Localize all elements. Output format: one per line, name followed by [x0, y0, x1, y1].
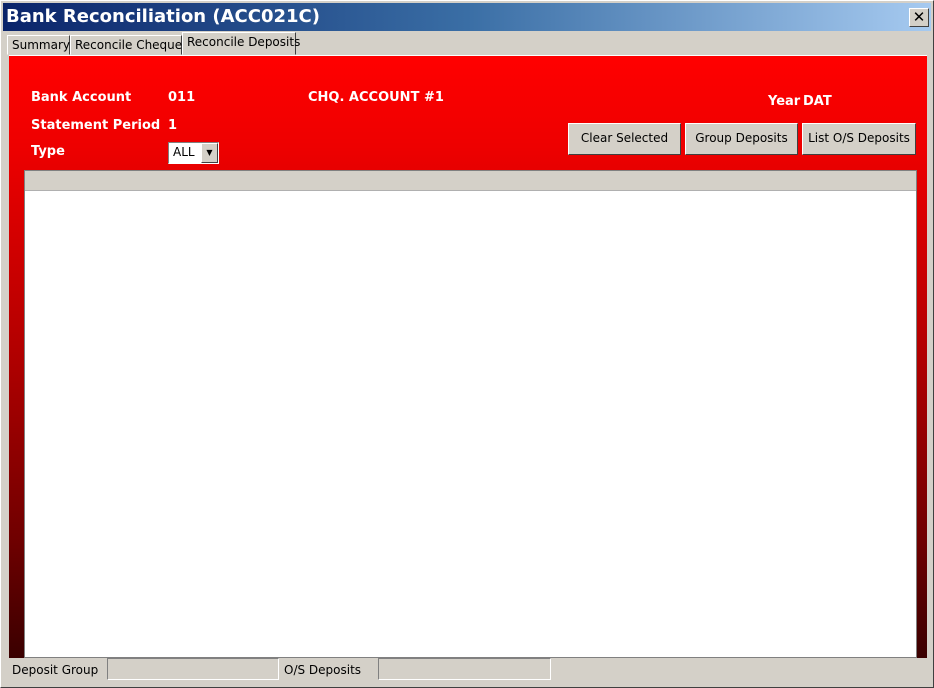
- deposit-group-field: [107, 658, 279, 680]
- chevron-down-icon: ▼: [206, 148, 213, 157]
- account-name: CHQ. ACCOUNT #1: [308, 90, 444, 105]
- bank-account-value: 011: [168, 90, 196, 105]
- list-os-deposits-button[interactable]: List O/S Deposits: [802, 123, 916, 155]
- tab-reconcile-cheques[interactable]: Reconcile Cheques: [70, 35, 188, 55]
- type-label: Type: [31, 144, 65, 159]
- os-deposits-field: [378, 658, 551, 680]
- deposit-group-label: Deposit Group: [12, 663, 99, 677]
- type-dropdown-button[interactable]: ▼: [201, 143, 218, 163]
- year-label: Year: [768, 94, 801, 109]
- os-deposits-label: O/S Deposits: [284, 663, 362, 677]
- type-select-value: ALL: [173, 145, 195, 159]
- application-window: Bank Reconciliation (ACC021C) ✕ Summary …: [0, 0, 934, 688]
- type-select[interactable]: ALL ▼: [168, 142, 219, 164]
- reconcile-deposits-panel: Bank Account 011 CHQ. ACCOUNT #1 Stateme…: [9, 55, 927, 658]
- statement-period-value: 1: [168, 118, 178, 133]
- window-title: Bank Reconciliation (ACC021C): [6, 6, 320, 27]
- deposits-grid[interactable]: [24, 170, 917, 658]
- grid-header: [25, 171, 916, 191]
- clear-selected-button[interactable]: Clear Selected: [568, 123, 681, 155]
- year-value: DAT: [803, 94, 832, 109]
- close-icon: ✕: [912, 8, 926, 26]
- status-bar: Deposit Group O/S Deposits: [3, 657, 931, 685]
- bank-account-label: Bank Account: [31, 90, 132, 105]
- tab-summary[interactable]: Summary: [7, 35, 70, 55]
- close-button[interactable]: ✕: [909, 8, 929, 27]
- group-deposits-button[interactable]: Group Deposits: [685, 123, 798, 155]
- statement-period-label: Statement Period: [31, 118, 161, 133]
- title-bar[interactable]: Bank Reconciliation (ACC021C) ✕: [3, 3, 931, 31]
- tab-reconcile-deposits[interactable]: Reconcile Deposits: [182, 32, 300, 55]
